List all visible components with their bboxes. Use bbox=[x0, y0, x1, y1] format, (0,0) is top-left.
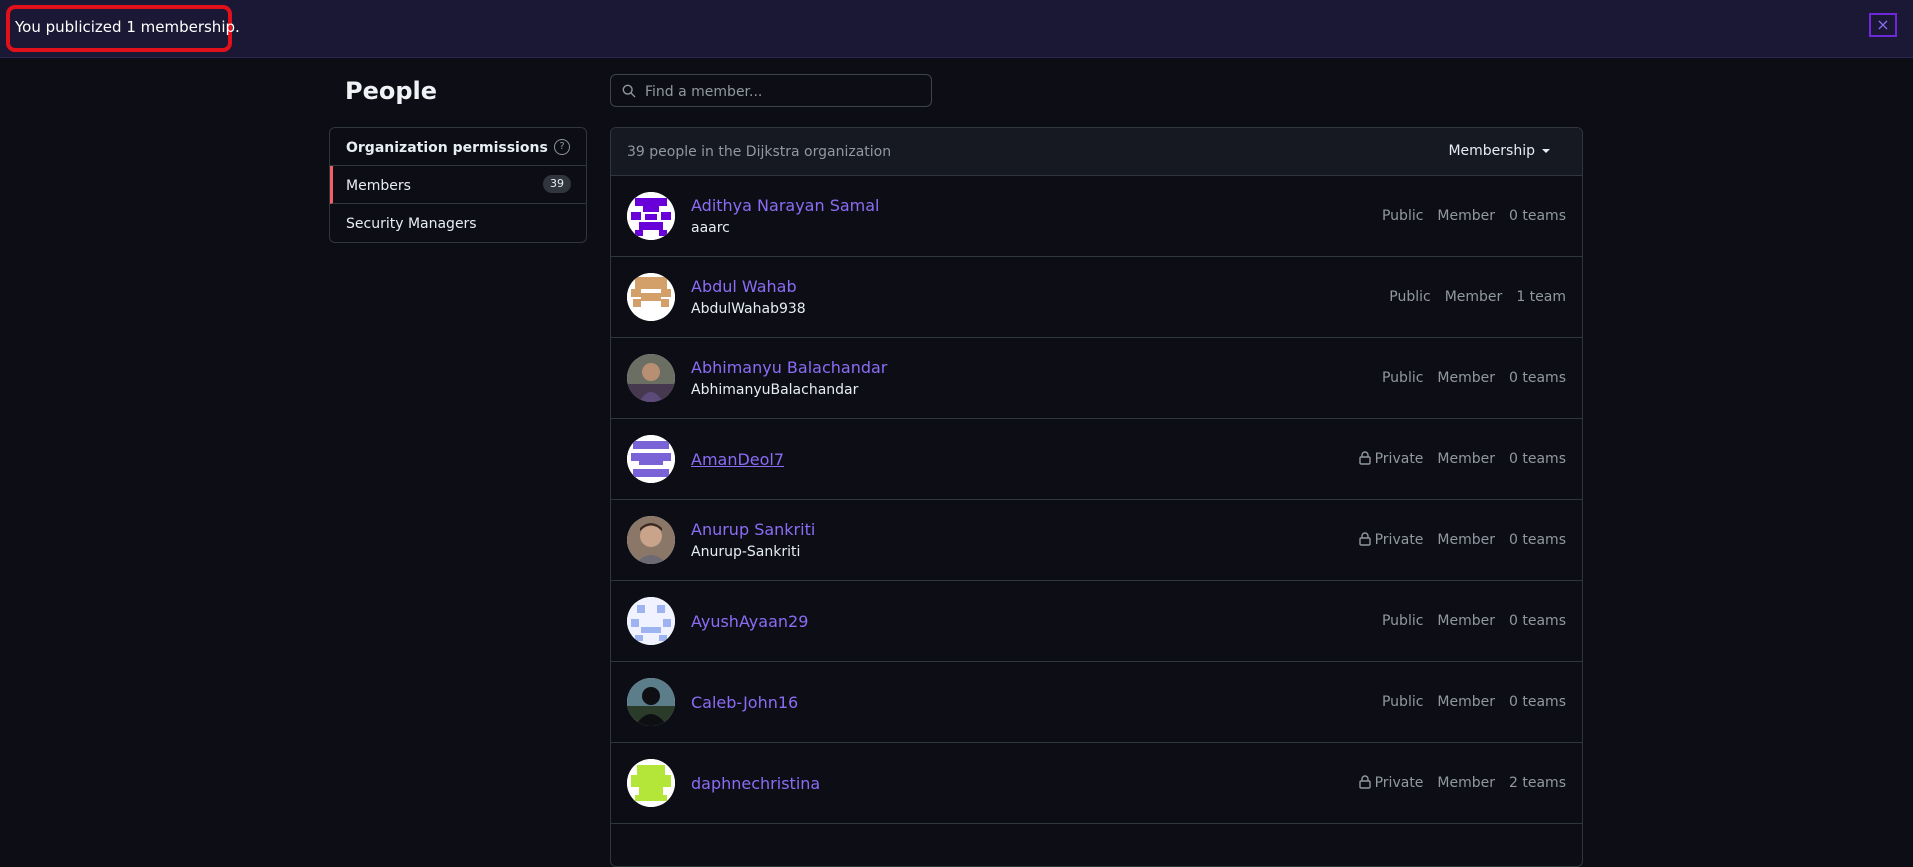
teams-link[interactable]: 0 teams bbox=[1509, 613, 1566, 629]
table-row: Caleb-John16 Public Member 0 teams bbox=[611, 662, 1582, 743]
member-name-link[interactable]: daphnechristina bbox=[691, 774, 820, 793]
role-label[interactable]: Member bbox=[1445, 289, 1503, 305]
table-row bbox=[611, 824, 1582, 866]
lock-icon bbox=[1358, 451, 1371, 465]
visibility-text: Private bbox=[1374, 775, 1424, 791]
page-title: People bbox=[345, 77, 438, 105]
avatar[interactable] bbox=[627, 435, 675, 483]
flash-message: You publicized 1 membership. bbox=[15, 18, 240, 36]
member-meta: Private Member 0 teams bbox=[1358, 451, 1566, 467]
sidebar-item-label: Organization permissions bbox=[346, 140, 548, 156]
visibility-label[interactable]: Private bbox=[1358, 775, 1424, 791]
search-icon bbox=[622, 84, 636, 98]
teams-link[interactable]: 0 teams bbox=[1509, 694, 1566, 710]
flash-close-button[interactable]: × bbox=[1869, 13, 1897, 37]
visibility-label[interactable]: Public bbox=[1382, 613, 1423, 629]
avatar[interactable] bbox=[627, 678, 675, 726]
teams-link[interactable]: 0 teams bbox=[1509, 370, 1566, 386]
teams-link[interactable]: 0 teams bbox=[1509, 208, 1566, 224]
search-input[interactable] bbox=[643, 81, 927, 103]
teams-link[interactable]: 0 teams bbox=[1509, 532, 1566, 548]
member-login: aaarc bbox=[691, 220, 730, 236]
member-meta: Public Member 0 teams bbox=[1382, 208, 1566, 224]
role-label[interactable]: Member bbox=[1437, 370, 1495, 386]
role-label[interactable]: Member bbox=[1437, 694, 1495, 710]
member-meta: Public Member 1 team bbox=[1389, 289, 1566, 305]
members-list-header: 39 people in the Dijkstra organization M… bbox=[611, 128, 1582, 176]
member-name-link[interactable]: Adithya Narayan Samal bbox=[691, 196, 880, 215]
member-name-link[interactable]: Anurup Sankriti bbox=[691, 520, 815, 539]
avatar[interactable] bbox=[627, 192, 675, 240]
avatar[interactable] bbox=[627, 597, 675, 645]
table-row: AmanDeol7 Private Member 0 teams bbox=[611, 419, 1582, 500]
avatar[interactable] bbox=[627, 759, 675, 807]
visibility-label[interactable]: Private bbox=[1358, 451, 1424, 467]
role-label[interactable]: Member bbox=[1437, 775, 1495, 791]
lock-icon bbox=[1358, 532, 1371, 546]
visibility-text: Private bbox=[1374, 451, 1424, 467]
role-label[interactable]: Member bbox=[1437, 208, 1495, 224]
role-label[interactable]: Member bbox=[1437, 451, 1495, 467]
visibility-label[interactable]: Public bbox=[1389, 289, 1430, 305]
table-row: Abdul Wahab AbdulWahab938 Public Member 1 … bbox=[611, 257, 1582, 338]
avatar[interactable] bbox=[627, 516, 675, 564]
table-row: AyushAyaan29 Public Member 0 teams bbox=[611, 581, 1582, 662]
sidebar-item-organization-permissions: Organization permissions ? bbox=[330, 128, 586, 166]
member-meta: Public Member 0 teams bbox=[1382, 613, 1566, 629]
visibility-text: Private bbox=[1374, 532, 1424, 548]
visibility-label[interactable]: Public bbox=[1382, 208, 1423, 224]
teams-link[interactable]: 1 team bbox=[1516, 289, 1566, 305]
membership-filter-dropdown[interactable]: Membership bbox=[1448, 143, 1550, 159]
table-row: Anurup Sankriti Anurup-Sankriti Private M… bbox=[611, 500, 1582, 581]
members-summary: 39 people in the Dijkstra organization bbox=[627, 144, 892, 160]
role-label[interactable]: Member bbox=[1437, 532, 1495, 548]
visibility-label[interactable]: Public bbox=[1382, 370, 1423, 386]
member-login: AbhimanyuBalachandar bbox=[691, 382, 859, 398]
visibility-label[interactable]: Private bbox=[1358, 532, 1424, 548]
members-count-badge: 39 bbox=[543, 175, 571, 193]
table-row: Adithya Narayan Samal aaarc Public Member… bbox=[611, 176, 1582, 257]
chevron-down-icon bbox=[1542, 149, 1550, 153]
member-name-link[interactable]: Abdul Wahab bbox=[691, 277, 797, 296]
member-meta: Private Member 0 teams bbox=[1358, 532, 1566, 548]
member-name-link[interactable]: Abhimanyu Balachandar bbox=[691, 358, 887, 377]
member-name-link[interactable]: Caleb-John16 bbox=[691, 693, 798, 712]
table-row: Abhimanyu Balachandar AbhimanyuBalachand… bbox=[611, 338, 1582, 419]
flash-banner: You publicized 1 membership. × bbox=[0, 0, 1913, 58]
lock-icon bbox=[1358, 775, 1371, 789]
member-meta: Private Member 2 teams bbox=[1358, 775, 1566, 791]
membership-filter-label: Membership bbox=[1448, 143, 1535, 159]
teams-link[interactable]: 0 teams bbox=[1509, 451, 1566, 467]
sidebar-item-security-managers[interactable]: Security Managers bbox=[330, 204, 586, 242]
member-login: AbdulWahab938 bbox=[691, 301, 806, 317]
member-name-link[interactable]: AmanDeol7 bbox=[691, 450, 784, 469]
visibility-label[interactable]: Public bbox=[1382, 694, 1423, 710]
member-login: Anurup-Sankriti bbox=[691, 544, 801, 560]
members-list: 39 people in the Dijkstra organization M… bbox=[610, 127, 1583, 867]
member-search-box bbox=[610, 74, 932, 107]
sidebar-menu: Organization permissions ? Members 39 Se… bbox=[329, 127, 587, 243]
member-name-link[interactable]: AyushAyaan29 bbox=[691, 612, 808, 631]
teams-link[interactable]: 2 teams bbox=[1509, 775, 1566, 791]
role-label[interactable]: Member bbox=[1437, 613, 1495, 629]
member-meta: Public Member 0 teams bbox=[1382, 694, 1566, 710]
sidebar-item-members[interactable]: Members 39 bbox=[330, 166, 586, 204]
avatar[interactable] bbox=[627, 354, 675, 402]
table-row: daphnechristina Private Member 2 teams bbox=[611, 743, 1582, 824]
sidebar-item-label: Security Managers bbox=[346, 216, 477, 232]
member-meta: Public Member 0 teams bbox=[1382, 370, 1566, 386]
avatar[interactable] bbox=[627, 273, 675, 321]
sidebar-item-label: Members bbox=[346, 178, 411, 194]
question-icon[interactable]: ? bbox=[554, 139, 570, 155]
